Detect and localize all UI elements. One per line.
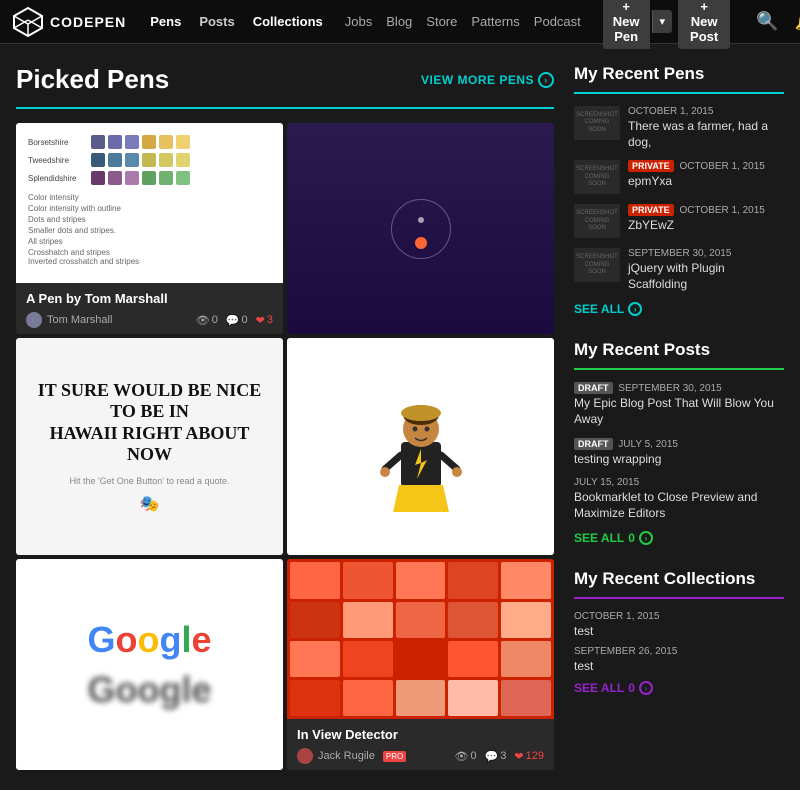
pen-card[interactable]: A Pen by Mazil Mazil 👁 0 💬 0 ❤ 11 — [287, 123, 554, 334]
see-all-collections-link[interactable]: SEE ALL 0 › — [574, 681, 784, 695]
logo-text: CODEPEN — [50, 14, 126, 30]
post-title: My Epic Blog Post That Will Blow You Awa… — [574, 396, 784, 427]
pen-title: jQuery with Plugin Scaffolding — [628, 261, 784, 292]
pen-info: A Pen by Tom Marshall Tom Marshall 👁 0 💬… — [16, 283, 283, 334]
list-item: SCREENSHOTCOMING SOON OCTOBER 1, 2015 Th… — [574, 106, 784, 150]
pen-thumbnail: SCREENSHOTCOMING SOON — [574, 248, 620, 282]
pen-card[interactable]: Oefening 6 ⚙ Casper Boutens 👁 0 💬 0 ❤ 9 — [287, 338, 554, 555]
private-badge: PRIVATE — [628, 160, 674, 172]
list-item: DRAFT SEPTEMBER 30, 2015 My Epic Blog Po… — [574, 382, 784, 427]
pen-card[interactable]: Google Google Bouncing text Steve Robert… — [16, 559, 283, 770]
see-all-posts-circle-icon: › — [639, 531, 653, 545]
collection-name: test — [574, 624, 784, 638]
pen-title: ZbYEwZ — [628, 218, 765, 234]
see-all-circle-icon: › — [628, 302, 642, 316]
list-item: JULY 15, 2015 Bookmarklet to Close Previ… — [574, 477, 784, 521]
title-underline — [16, 107, 554, 109]
nav-blog[interactable]: Blog — [380, 10, 418, 33]
section-header: Picked Pens VIEW MORE PENS › — [16, 64, 554, 95]
my-recent-posts-title: My Recent Posts — [574, 340, 784, 360]
character-illustration — [371, 377, 471, 517]
pen-title: There was a farmer, had a dog, — [628, 119, 784, 150]
post-title: Bookmarklet to Close Preview and Maximiz… — [574, 490, 784, 521]
post-title: testing wrapping — [574, 452, 784, 468]
navbar: CODEPEN Pens Posts Collections Jobs Blog… — [0, 0, 800, 44]
collection-name: test — [574, 659, 784, 673]
my-recent-pens-section: My Recent Pens SCREENSHOTCOMING SOON OCT… — [574, 64, 784, 316]
left-column: Picked Pens VIEW MORE PENS › Borsetshire — [16, 64, 554, 770]
pen-title: epmYxa — [628, 174, 765, 190]
my-recent-pens-title: My Recent Pens — [574, 64, 784, 84]
search-button[interactable]: 🔍 — [752, 7, 782, 36]
new-post-button[interactable]: + New Post — [678, 0, 730, 49]
pen-thumbnail: SCREENSHOTCOMING SOON — [574, 106, 620, 140]
see-all-posts-link[interactable]: SEE ALL 0 › — [574, 531, 784, 545]
post-date: JULY 15, 2015 — [574, 477, 784, 488]
nav-patterns[interactable]: Patterns — [465, 10, 525, 33]
list-item: SEPTEMBER 26, 2015 test — [574, 646, 784, 673]
pen-grid: Borsetshire Tweedshire — [16, 123, 554, 770]
cyan-underline — [574, 92, 784, 94]
draft-badge: DRAFT — [574, 438, 613, 450]
nav-collections[interactable]: Collections — [245, 10, 331, 33]
nav-store[interactable]: Store — [420, 10, 463, 33]
nav-posts[interactable]: Posts — [191, 10, 242, 33]
nav-jobs[interactable]: Jobs — [339, 10, 378, 33]
green-underline — [574, 368, 784, 370]
pen-card[interactable]: Borsetshire Tweedshire — [16, 123, 283, 334]
post-date: DRAFT JULY 5, 2015 — [574, 438, 784, 450]
list-item: SCREENSHOTCOMING SOON SEPTEMBER 30, 2015… — [574, 248, 784, 292]
nav-podcast[interactable]: Podcast — [528, 10, 587, 33]
see-all-collections-circle-icon: › — [639, 681, 653, 695]
list-item: SCREENSHOTCOMING SOON PRIVATE OCTOBER 1,… — [574, 160, 784, 194]
post-date: DRAFT SEPTEMBER 30, 2015 — [574, 382, 784, 394]
my-recent-collections-title: My Recent Collections — [574, 569, 784, 589]
pen-stats: 👁 0 💬 0 ❤ 3 — [196, 314, 273, 327]
logo[interactable]: CODEPEN — [12, 6, 126, 38]
view-more-pens-link[interactable]: VIEW MORE PENS › — [421, 72, 554, 88]
pen-card[interactable]: In View Detector Jack RugilePRO 👁 0 💬 3 … — [287, 559, 554, 770]
see-all-pens-link[interactable]: SEE ALL › — [574, 302, 784, 316]
pen-card[interactable]: IT SURE WOULD BE NICE TO BE INHAWAII RIG… — [16, 338, 283, 555]
pen-preview: IT SURE WOULD BE NICE TO BE INHAWAII RIG… — [16, 338, 283, 555]
pen-preview — [287, 123, 554, 334]
pen-meta: Tom Marshall 👁 0 💬 0 ❤ 3 — [26, 312, 273, 328]
my-recent-collections-section: My Recent Collections OCTOBER 1, 2015 te… — [574, 569, 784, 695]
pen-author: Tom Marshall — [26, 312, 112, 328]
pen-preview: Borsetshire Tweedshire — [16, 123, 283, 283]
pen-preview: Google Google — [16, 559, 283, 770]
pen-thumbnail: SCREENSHOTCOMING SOON — [574, 204, 620, 238]
collection-date: SEPTEMBER 26, 2015 — [574, 646, 784, 657]
primary-nav: Pens Posts Collections — [142, 10, 331, 33]
pen-preview — [287, 338, 554, 555]
collection-date: OCTOBER 1, 2015 — [574, 611, 784, 622]
purple-underline — [574, 597, 784, 599]
pen-date: PRIVATE OCTOBER 1, 2015 — [628, 204, 765, 216]
list-item: OCTOBER 1, 2015 test — [574, 611, 784, 638]
pen-title: A Pen by Tom Marshall — [26, 291, 273, 306]
notifications-button[interactable]: 🔔 — [791, 7, 800, 36]
pen-thumbnail: SCREENSHOTCOMING SOON — [574, 160, 620, 194]
new-pen-button[interactable]: + New Pen — [603, 0, 650, 49]
pen-date: SEPTEMBER 30, 2015 — [628, 248, 784, 259]
new-pen-dropdown-button[interactable]: ▾ — [652, 10, 673, 33]
circle-arrow-icon: › — [538, 72, 554, 88]
draft-badge: DRAFT — [574, 382, 613, 394]
list-item: SCREENSHOTCOMING SOON PRIVATE OCTOBER 1,… — [574, 204, 784, 238]
pen-preview — [287, 559, 554, 719]
page-title: Picked Pens — [16, 64, 169, 95]
pen-date: OCTOBER 1, 2015 — [628, 106, 784, 117]
private-badge: PRIVATE — [628, 204, 674, 216]
pen-date: PRIVATE OCTOBER 1, 2015 — [628, 160, 765, 172]
secondary-nav: Jobs Blog Store Patterns Podcast — [339, 10, 587, 33]
right-column: My Recent Pens SCREENSHOTCOMING SOON OCT… — [574, 64, 784, 770]
main-container: Picked Pens VIEW MORE PENS › Borsetshire — [0, 44, 800, 790]
my-recent-posts-section: My Recent Posts DRAFT SEPTEMBER 30, 2015… — [574, 340, 784, 545]
codepen-logo-icon — [12, 6, 44, 38]
pen-title: In View Detector — [297, 727, 544, 742]
list-item: DRAFT JULY 5, 2015 testing wrapping — [574, 438, 784, 468]
nav-pens[interactable]: Pens — [142, 10, 189, 33]
